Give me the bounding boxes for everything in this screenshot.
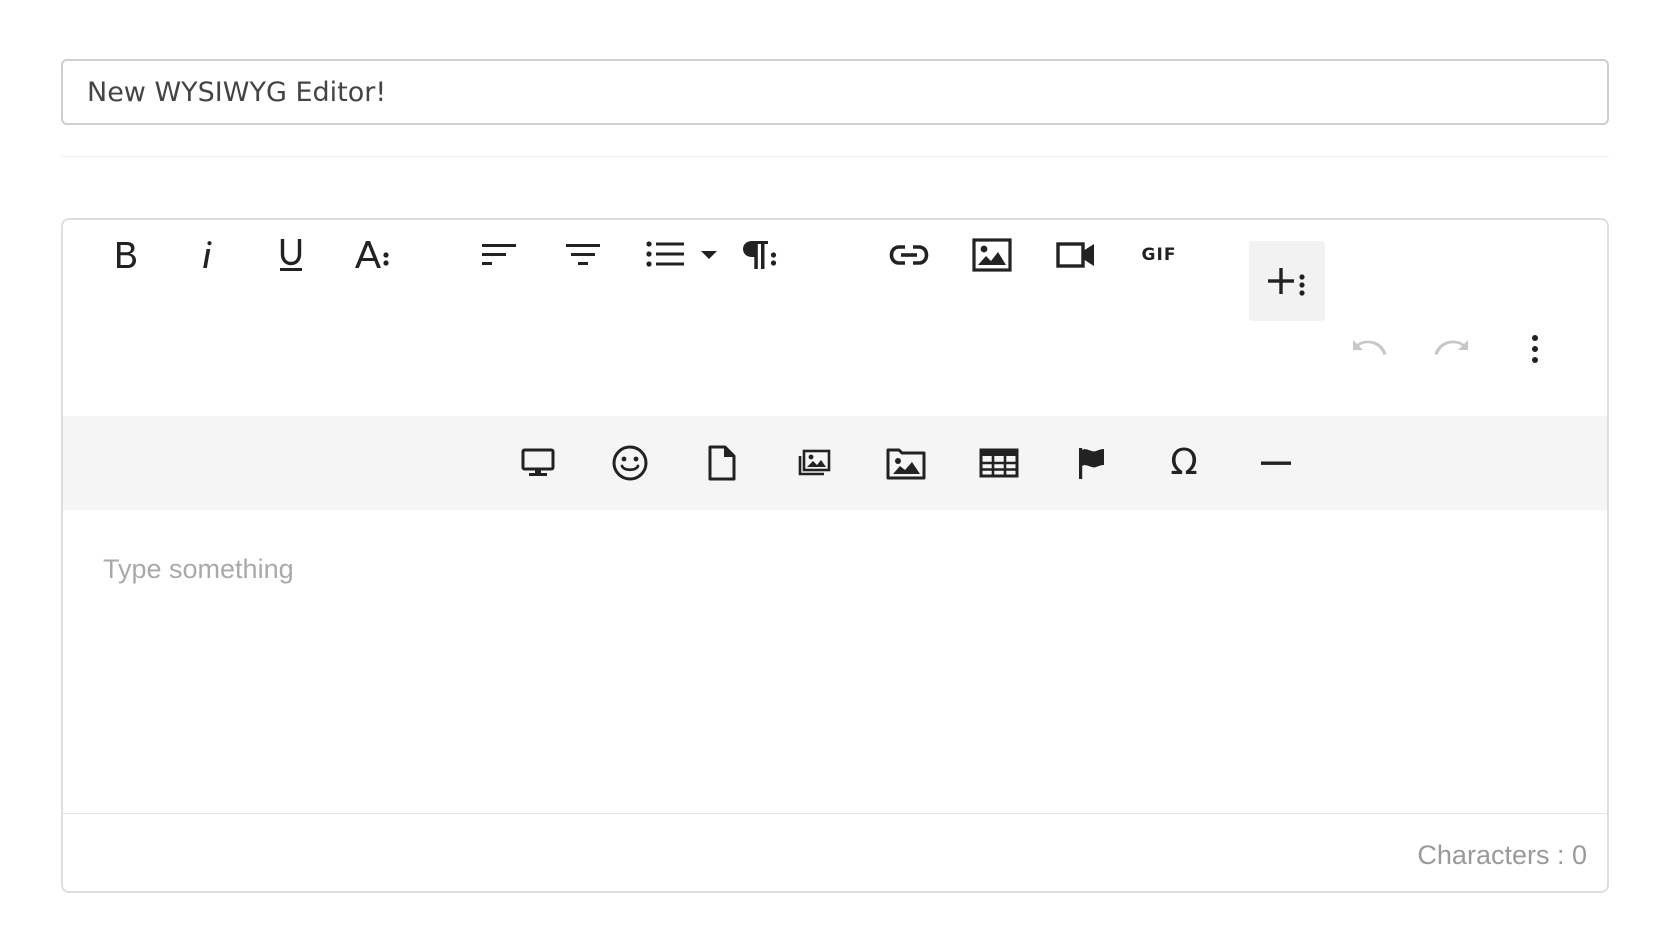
editor-footer: Characters : 0	[63, 813, 1607, 891]
gallery-icon	[798, 449, 831, 476]
gif-icon: GIF	[1141, 245, 1177, 265]
editor-content-area[interactable]: Type something	[63, 510, 1607, 813]
font-more-icon	[355, 241, 389, 268]
redo-icon	[1434, 340, 1468, 355]
text-more-button[interactable]	[347, 229, 399, 281]
undo-button[interactable]	[1343, 323, 1395, 375]
special-characters-button[interactable]: Ω	[1158, 437, 1210, 489]
bold-icon	[117, 242, 136, 268]
embed-button[interactable]	[512, 437, 564, 489]
paragraph-more-button[interactable]	[733, 229, 785, 281]
more-vertical-icon	[1532, 335, 1538, 363]
image-icon	[972, 238, 1012, 272]
image-folder-icon	[886, 448, 926, 480]
wysiwyg-editor: GIF Ω Type something Characters: 0	[61, 218, 1609, 893]
insert-file-button[interactable]	[696, 437, 748, 489]
omega-icon: Ω	[1170, 442, 1198, 483]
editor-placeholder: Type something	[103, 554, 294, 584]
image-manager-button[interactable]	[788, 437, 840, 489]
insert-image-folder-button[interactable]	[880, 437, 932, 489]
caret-down-icon	[701, 251, 717, 259]
insert-hr-button[interactable]	[1250, 437, 1302, 489]
horizontal-rule-icon	[1261, 461, 1291, 465]
redo-button[interactable]	[1426, 323, 1478, 375]
paragraph-more-icon	[743, 241, 777, 269]
flag-icon	[1079, 448, 1104, 479]
main-toolbar: GIF	[63, 220, 1607, 416]
smiley-icon	[612, 445, 648, 481]
character-counter: Characters : 0	[1417, 840, 1587, 870]
underline-icon	[280, 239, 302, 271]
font-awesome-button[interactable]	[1065, 437, 1117, 489]
insert-gif-button[interactable]: GIF	[1133, 229, 1185, 281]
plus-more-icon	[1268, 268, 1305, 296]
insert-table-button[interactable]	[973, 437, 1025, 489]
undo-icon	[1353, 340, 1387, 355]
secondary-toolbar: Ω	[63, 416, 1607, 510]
insert-video-button[interactable]	[1050, 229, 1102, 281]
italic-button[interactable]	[181, 229, 233, 281]
file-icon	[708, 445, 736, 481]
insert-more-button[interactable]	[1249, 241, 1325, 321]
table-icon	[979, 448, 1019, 478]
align-left-button[interactable]	[473, 229, 525, 281]
underline-button[interactable]	[265, 229, 317, 281]
align-center-icon	[566, 244, 600, 265]
list-dropdown-button[interactable]	[695, 229, 723, 281]
insert-link-button[interactable]	[883, 229, 935, 281]
unordered-list-button[interactable]	[639, 229, 691, 281]
separator	[61, 156, 1609, 157]
italic-icon	[203, 241, 212, 268]
align-center-button[interactable]	[557, 229, 609, 281]
link-icon	[889, 245, 929, 265]
insert-image-button[interactable]	[966, 229, 1018, 281]
monitor-icon	[521, 448, 555, 476]
list-icon	[646, 241, 684, 267]
title-input[interactable]	[61, 59, 1609, 125]
more-options-button[interactable]	[1509, 323, 1561, 375]
emoticons-button[interactable]	[604, 437, 656, 489]
bold-button[interactable]	[99, 229, 151, 281]
video-icon	[1056, 242, 1094, 268]
align-left-icon	[482, 244, 516, 265]
